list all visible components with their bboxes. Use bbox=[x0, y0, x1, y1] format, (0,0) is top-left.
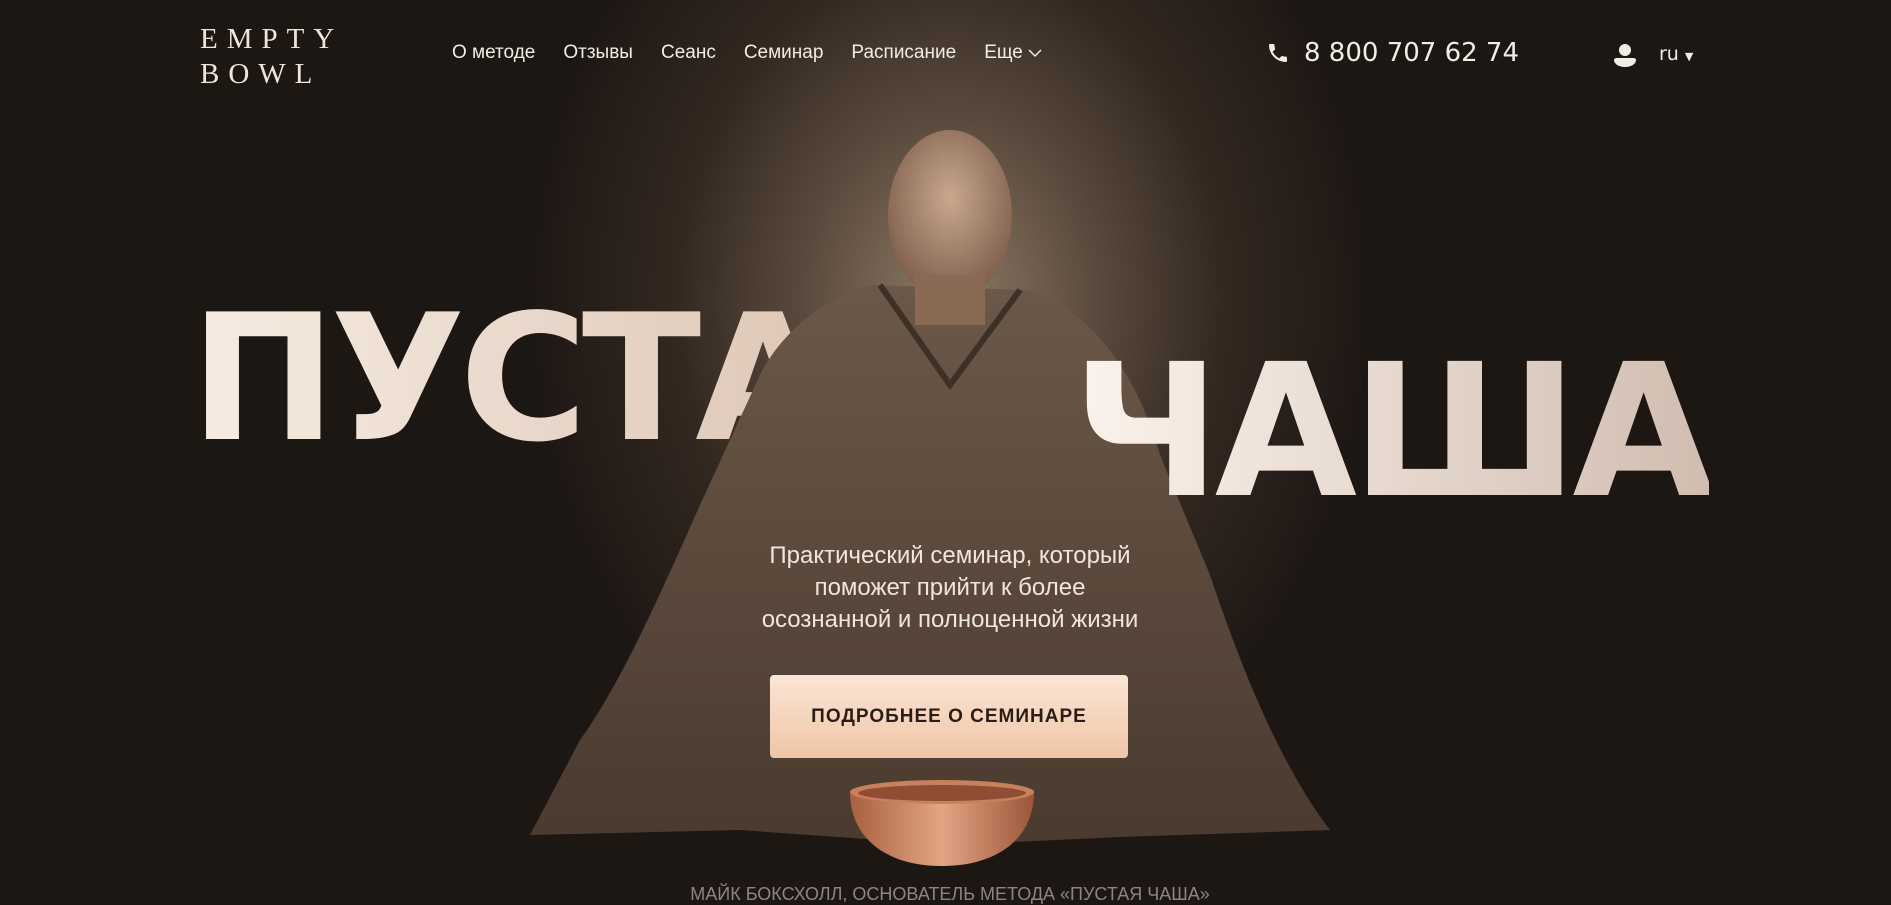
phone-icon bbox=[1269, 44, 1287, 62]
logo-line2: BOWL bbox=[200, 58, 322, 90]
nav-item-method[interactable]: О методе bbox=[452, 42, 535, 64]
logo-line1: EMPTY bbox=[200, 23, 344, 55]
language-value: ru bbox=[1659, 43, 1679, 65]
caret-down-icon: ▼ bbox=[1684, 50, 1694, 63]
singing-bowl-image bbox=[850, 780, 1034, 866]
hero-title-word2: ЧАША bbox=[1072, 325, 1715, 539]
nav-item-more[interactable]: Еще bbox=[984, 42, 1042, 64]
seminar-details-button[interactable]: ПОДРОБНЕЕ О СЕМИНАРЕ bbox=[770, 675, 1128, 758]
nav-item-schedule[interactable]: Расписание bbox=[851, 42, 956, 64]
nav-item-seminar[interactable]: Семинар bbox=[744, 42, 824, 64]
hero-subtitle: Практический семинар, который поможет пр… bbox=[700, 540, 1200, 636]
subtitle-line: поможет прийти к более bbox=[814, 574, 1086, 601]
phone-number: 8 800 707 62 74 bbox=[1304, 38, 1520, 68]
logo[interactable]: EMPTY BOWL bbox=[200, 22, 343, 92]
user-account-icon[interactable] bbox=[1613, 42, 1637, 68]
founder-caption: МАЙК БОКСХОЛЛ, ОСНОВАТЕЛЬ МЕТОДА «ПУСТАЯ… bbox=[690, 884, 1210, 904]
main-nav: О методе Отзывы Сеанс Семинар Расписание… bbox=[452, 42, 1042, 64]
phone-link[interactable]: 8 800 707 62 74 bbox=[1266, 38, 1519, 68]
nav-more-label: Еще bbox=[984, 42, 1023, 63]
subtitle-line: осознанной и полноценной жизни bbox=[761, 606, 1139, 633]
subtitle-line: Практический семинар, который bbox=[769, 542, 1131, 569]
nav-item-reviews[interactable]: Отзывы bbox=[563, 42, 633, 64]
language-select[interactable]: ru ▼ bbox=[1659, 43, 1693, 65]
chevron-down-icon bbox=[1028, 49, 1042, 58]
nav-item-session[interactable]: Сеанс bbox=[661, 42, 716, 64]
